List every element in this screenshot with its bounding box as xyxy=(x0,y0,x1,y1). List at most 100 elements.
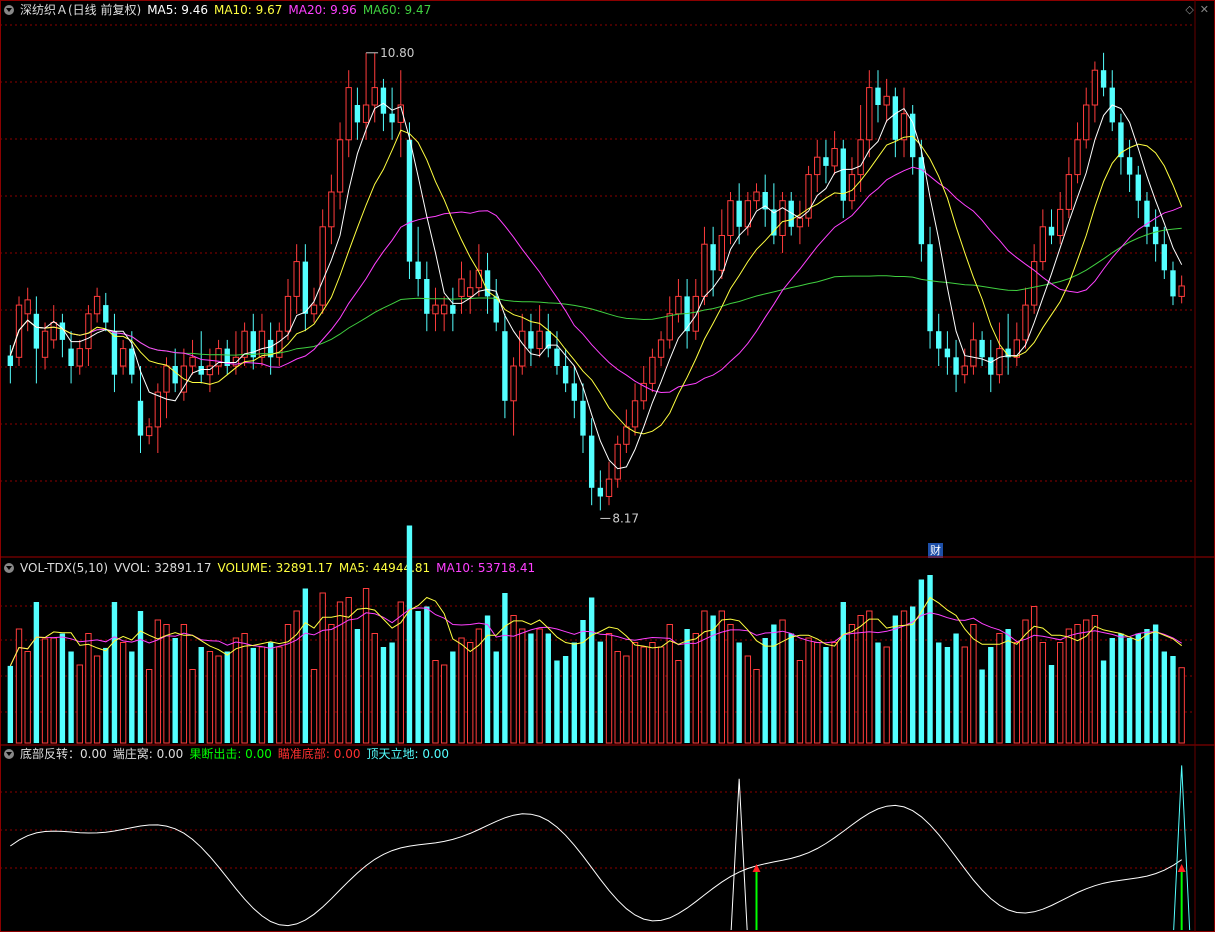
volume-bar xyxy=(736,642,742,743)
volume-bar xyxy=(502,593,508,743)
candle-body xyxy=(440,304,448,315)
candle-body xyxy=(380,87,387,114)
volume-bar xyxy=(1013,642,1020,744)
candle-body xyxy=(727,200,734,236)
volume-bar xyxy=(953,633,959,743)
signal-up-arrow-icon xyxy=(1177,864,1186,872)
volume-bar xyxy=(510,615,517,744)
volume-bar xyxy=(562,656,569,743)
candle-body xyxy=(718,235,725,271)
volume-bar xyxy=(206,651,214,744)
candle-body xyxy=(892,96,899,140)
volume-bar xyxy=(354,629,361,743)
candle-body xyxy=(554,348,560,366)
candle-body xyxy=(753,191,760,202)
volume-bar xyxy=(805,637,812,744)
candle-body xyxy=(814,156,821,176)
candle-body xyxy=(129,348,135,375)
candle-body xyxy=(657,339,665,358)
candle-body xyxy=(545,331,551,349)
candle-body xyxy=(163,365,170,393)
candle-body xyxy=(189,356,196,367)
candle-body xyxy=(206,365,214,376)
volume-bar xyxy=(389,642,395,743)
candle-body xyxy=(7,355,14,366)
candle-body xyxy=(996,348,1003,376)
candle-body xyxy=(415,261,421,279)
volume-bar xyxy=(232,637,240,744)
volume-bar xyxy=(684,629,690,743)
volume-bar xyxy=(163,624,170,744)
candle-body xyxy=(675,295,682,315)
volume-bar xyxy=(380,647,387,743)
candle-body xyxy=(1074,139,1081,176)
candle-body xyxy=(145,426,153,437)
candle-body xyxy=(831,148,838,167)
candle-body xyxy=(1057,208,1064,236)
candle-body xyxy=(103,305,109,323)
volume-bar xyxy=(76,664,83,744)
candle-body xyxy=(900,113,908,141)
volume-bar xyxy=(605,633,613,744)
volume-bar xyxy=(883,646,890,744)
candle-body xyxy=(571,383,577,401)
volume-bar xyxy=(580,620,586,743)
volume-bar xyxy=(215,655,222,744)
volume-bar xyxy=(910,606,916,743)
candle-body xyxy=(502,331,508,401)
volume-bar xyxy=(493,651,499,743)
candle-body xyxy=(154,391,162,428)
volume-bar xyxy=(189,669,196,744)
volume-bar xyxy=(727,624,734,744)
candle-body xyxy=(50,322,57,341)
volume-bar xyxy=(536,628,543,744)
candle-body xyxy=(172,366,178,384)
candle-body xyxy=(33,313,40,349)
volume-bar xyxy=(267,642,274,743)
candle-body xyxy=(979,339,985,358)
volume-bar xyxy=(180,624,188,744)
volume-bar xyxy=(328,624,335,744)
candle-body xyxy=(1065,174,1073,210)
candle-body xyxy=(450,305,456,314)
candle-body xyxy=(467,287,474,297)
volume-bar xyxy=(1100,660,1107,743)
candle-body xyxy=(1161,244,1167,271)
volume-bar xyxy=(93,655,101,744)
volume-bar xyxy=(771,624,777,743)
candle-body xyxy=(1022,304,1029,341)
candle-body xyxy=(345,87,352,141)
candle-body xyxy=(1100,70,1107,88)
volume-bar xyxy=(103,647,109,743)
volume-bar xyxy=(744,655,752,744)
candle-body xyxy=(1013,339,1020,358)
candle-body xyxy=(536,330,543,350)
candle-body xyxy=(1030,261,1038,306)
volume-bar xyxy=(172,638,178,743)
candle-body xyxy=(796,217,804,228)
candle-body xyxy=(614,443,621,480)
volume-bar xyxy=(293,610,300,744)
candle-body xyxy=(24,299,31,315)
volume-bar xyxy=(302,588,309,743)
candle-body xyxy=(389,113,395,123)
candle-body xyxy=(458,278,465,297)
volume-bar xyxy=(111,602,118,743)
stock-chart: 10.80 8.17 xyxy=(0,0,1215,932)
volume-bar xyxy=(1144,629,1150,743)
candle-body xyxy=(970,339,977,367)
volume-bar xyxy=(1118,633,1124,743)
candle-body xyxy=(1048,226,1055,236)
ma60-line xyxy=(9,227,1182,356)
candle-body xyxy=(111,331,118,375)
candle-body xyxy=(302,261,309,314)
frame xyxy=(0,0,1215,932)
volume-bar xyxy=(450,651,456,743)
volume-bar xyxy=(1109,638,1115,743)
candle-body xyxy=(293,261,300,297)
candle-body xyxy=(215,348,222,367)
volume-bar xyxy=(484,615,491,743)
volume-bar xyxy=(1178,667,1185,744)
volume-bar xyxy=(415,611,421,743)
candle-body xyxy=(310,304,318,315)
